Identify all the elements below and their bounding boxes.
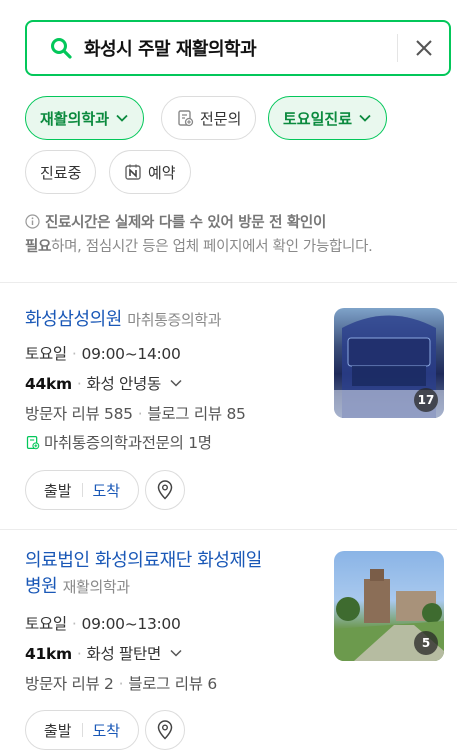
chip-label: 토요일진료 [283,109,353,128]
chip-label: 전문의 [200,109,242,128]
result-title[interactable]: 화성삼성의원 마취통증의학과 [25,307,325,333]
arrive-button[interactable]: 도착 [93,480,121,501]
place-photo[interactable]: 17 [334,308,444,418]
search-icon [51,38,72,59]
photo-count-badge: 17 [414,388,438,412]
map-pin-button[interactable] [145,710,185,750]
chevron-down-icon [170,379,182,387]
result-card: 화성삼성의원 마취통증의학과 토요일 · 09:00~14:00 44km · 화성 안… [0,283,457,529]
filter-chip-booking[interactable]: 예약 [109,150,191,194]
search-divider [397,34,398,62]
place-name[interactable]: 화성삼성의원 [25,309,122,330]
place-name-cont[interactable]: 병원 [25,576,58,597]
distance: 44km [25,375,72,393]
filter-chip-specialist[interactable]: 전문의 [161,96,257,140]
filter-chip-open-now[interactable]: 진료중 [25,150,97,194]
chip-label: 재활의학과 [40,109,110,128]
place-name[interactable]: 의료법인 화성의료재단 화성제일 [25,550,262,571]
notice-bold: 진료시간은 실제와 다를 수 있어 방문 전 확인이 [45,215,326,231]
search-box[interactable]: 화성시 주말 재활의학과 [25,20,451,76]
visitor-reviews[interactable]: 방문자 리뷰 2 [25,675,114,693]
chevron-down-icon [116,114,128,122]
chip-label: 진료중 [40,163,82,182]
depart-button[interactable]: 출발 [44,720,72,741]
chevron-down-icon [359,114,371,122]
reviews-row: 방문자 리뷰 2 · 블로그 리뷰 6 [25,675,217,693]
reviews-row: 방문자 리뷰 585 · 블로그 리뷰 85 [25,405,246,423]
visitor-reviews[interactable]: 방문자 리뷰 585 [25,405,133,423]
route-button[interactable]: 출발 도착 [25,710,139,750]
route-button[interactable]: 출발 도착 [25,470,139,510]
arrive-button[interactable]: 도착 [93,720,121,741]
result-title[interactable]: 의료법인 화성의료재단 화성제일 병원 재활의학과 [25,548,325,600]
notice-bold-2: 필요 [25,239,52,255]
place-category: 마취통증의학과 [127,311,222,329]
close-icon[interactable] [412,36,436,60]
chevron-down-icon [170,649,182,657]
blog-reviews[interactable]: 블로그 리뷰 6 [128,675,217,693]
hours-day: 토요일 [25,615,67,633]
hours-time: 09:00~14:00 [81,345,181,363]
map-pin-button[interactable] [145,470,185,510]
notice-text: 하며, 점심시간 등은 업체 페이지에서 확인 가능합니다. [51,239,373,255]
filter-chip-rehab[interactable]: 재활의학과 [25,96,145,140]
doctor-badge-icon [26,436,40,450]
place-category: 재활의학과 [62,578,130,596]
area: 화성 안녕동 [86,375,161,393]
hours-row: 토요일 · 09:00~13:00 [25,615,181,633]
hours-row: 토요일 · 09:00~14:00 [25,345,181,363]
photo-count-badge: 5 [414,631,438,655]
specialist-row: 마취통증의학과전문의 1명 [25,431,212,453]
area: 화성 팔탄면 [86,645,161,663]
blog-reviews[interactable]: 블로그 리뷰 85 [147,405,245,423]
hours-time: 09:00~13:00 [81,615,181,633]
distance: 41km [25,645,72,663]
search-input[interactable]: 화성시 주말 재활의학과 [84,35,257,61]
naver-booking-icon [125,164,141,180]
filter-chip-saturday[interactable]: 토요일진료 [268,96,388,140]
location-row[interactable]: 41km · 화성 팔탄면 [25,642,183,664]
chip-label: 예약 [148,163,176,182]
hours-notice: 진료시간은 실제와 다를 수 있어 방문 전 확인이필요하며, 점심시간 등은 … [25,211,445,259]
doctor-badge-icon [178,110,194,127]
result-card: 의료법인 화성의료재단 화성제일 병원 재활의학과 토요일 · 09:00~13:0… [0,530,457,751]
place-photo[interactable]: 5 [334,551,444,661]
location-row[interactable]: 44km · 화성 안녕동 [25,372,183,394]
map-pin-icon [157,480,173,500]
map-pin-icon [157,720,173,740]
specialist-text: 마취통증의학과전문의 1명 [44,434,212,452]
hours-day: 토요일 [25,345,67,363]
info-icon [25,214,40,229]
depart-button[interactable]: 출발 [44,480,72,501]
